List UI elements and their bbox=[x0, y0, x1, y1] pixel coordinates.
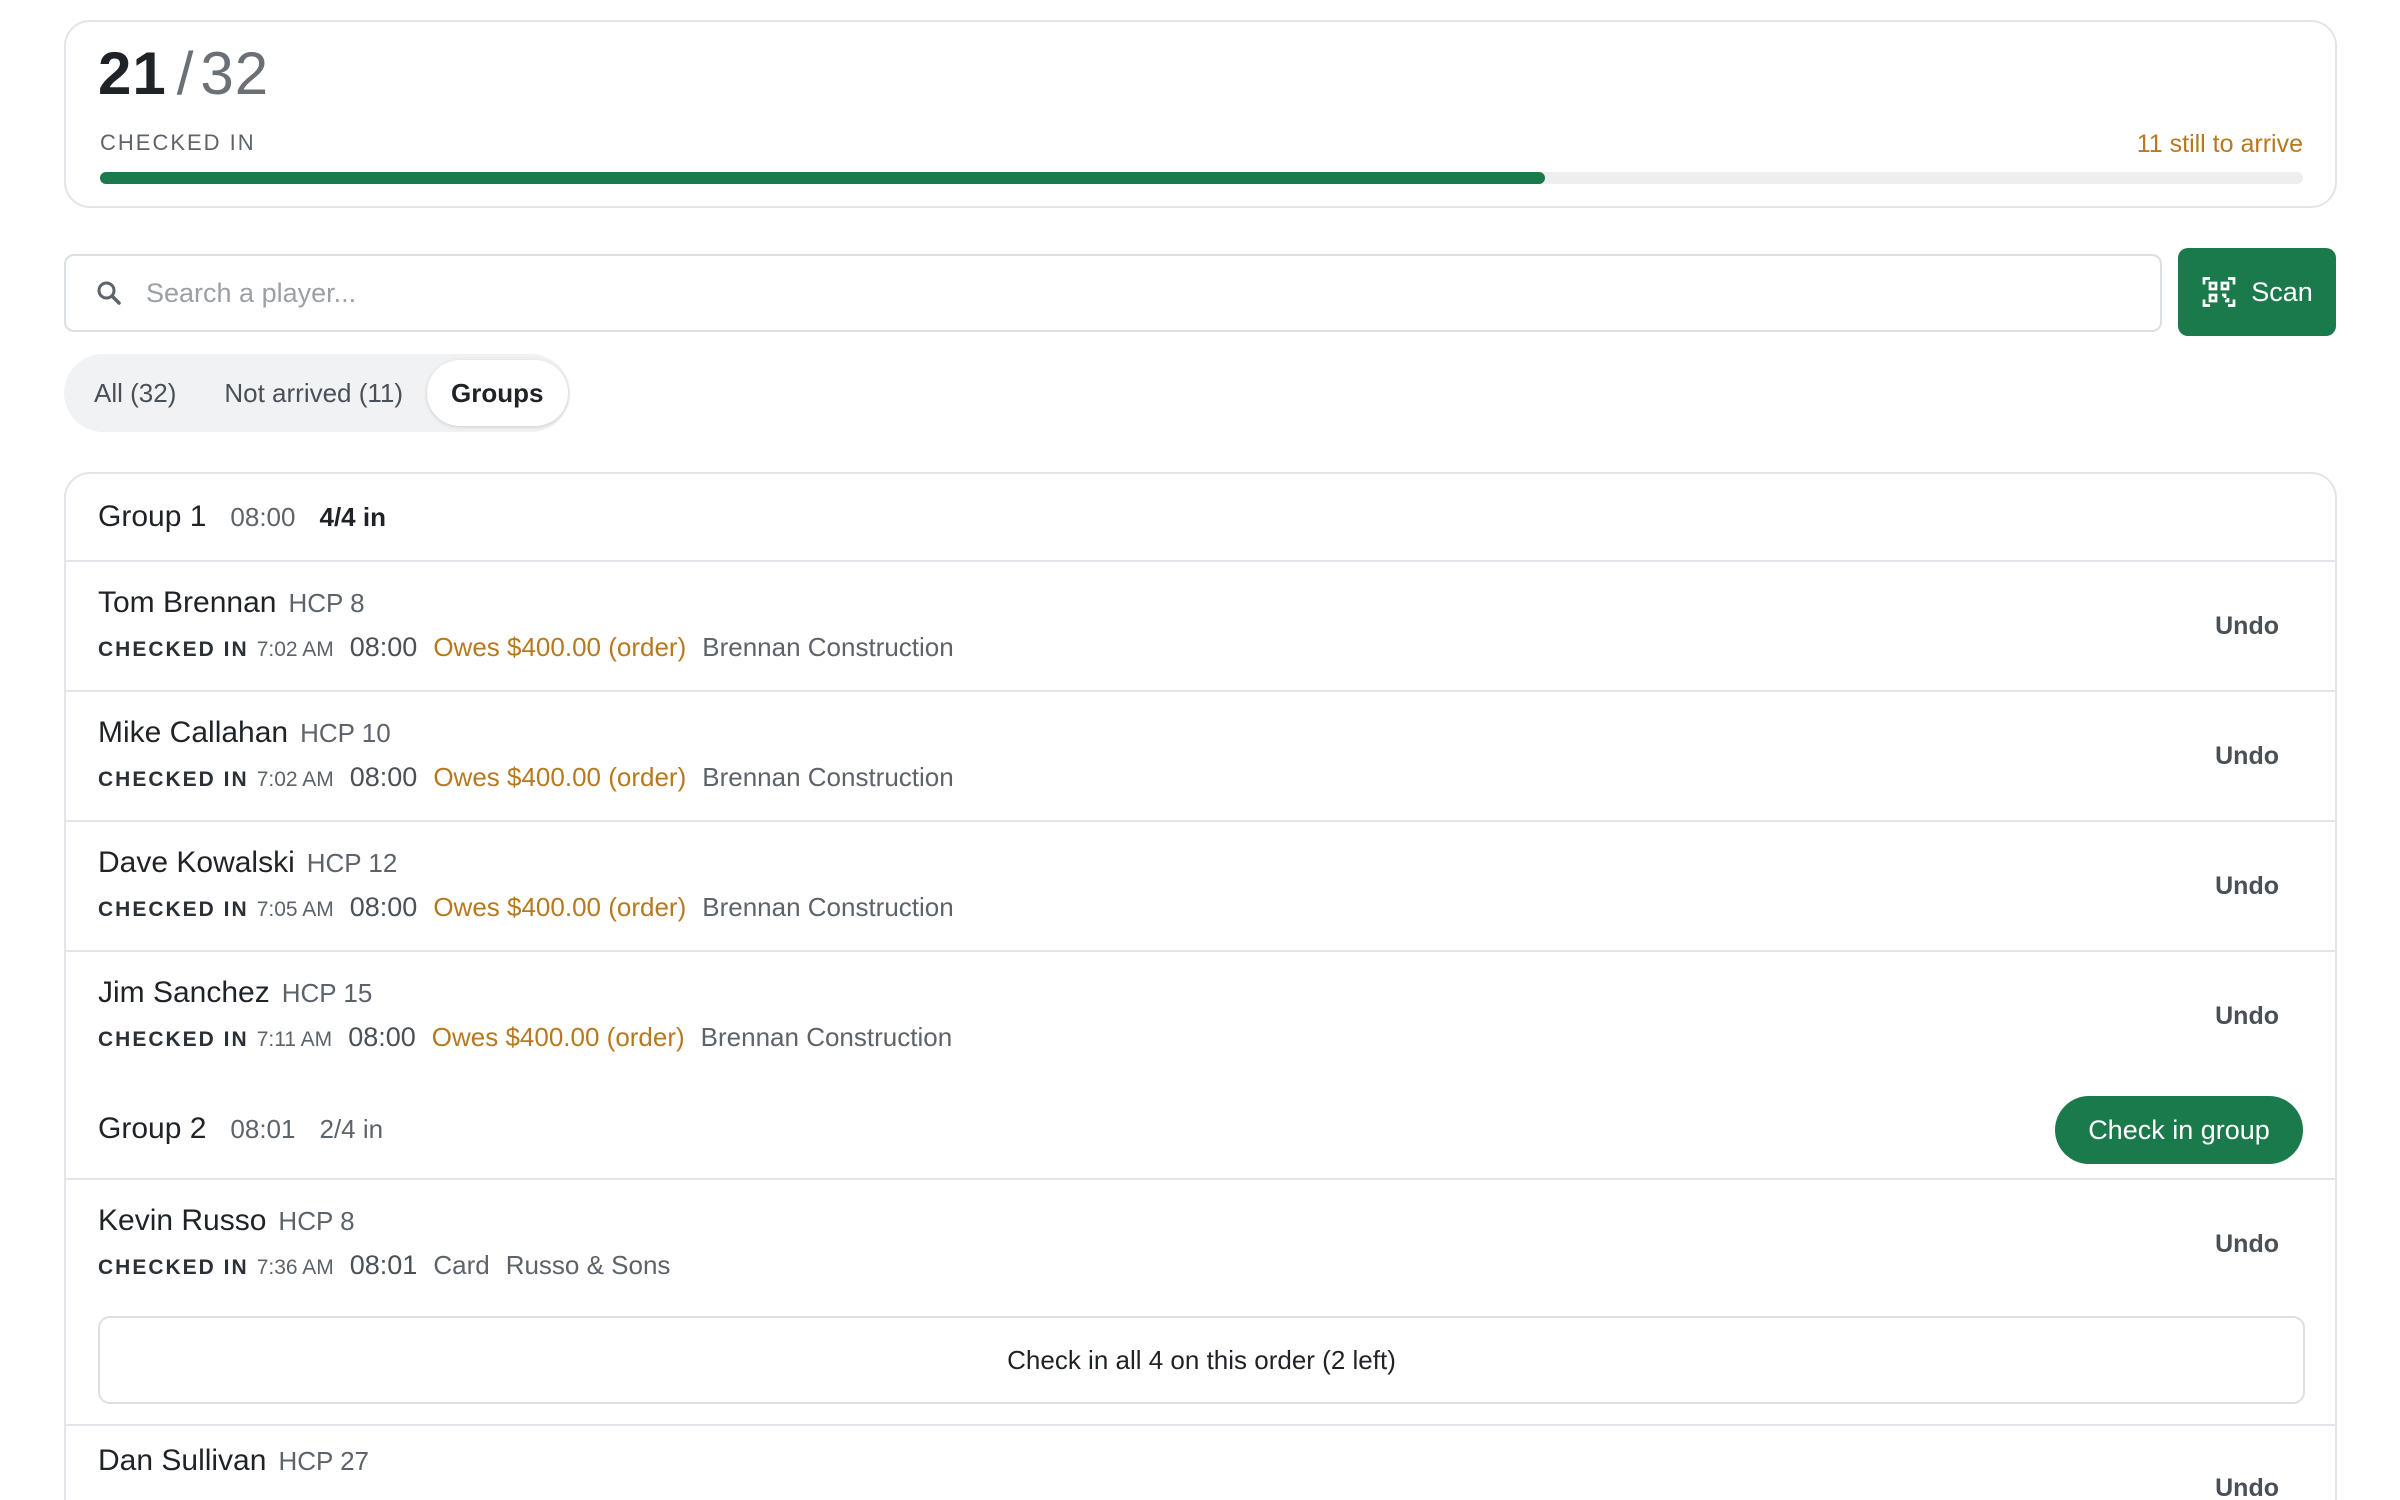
payment-status: Owes $400.00 (order) bbox=[433, 892, 687, 922]
check-in-order-button[interactable]: Check in all 4 on this order (2 left) bbox=[98, 1316, 2305, 1404]
undo-button[interactable]: Undo bbox=[2215, 742, 2279, 771]
check-in-group-button[interactable]: Check in group bbox=[2055, 1096, 2303, 1164]
checked-in-tag: CHECKED IN bbox=[98, 768, 249, 791]
payment-status: Owes $400.00 (order) bbox=[433, 762, 687, 792]
player-name-line: Dave Kowalski HCP 12 bbox=[98, 846, 397, 880]
player-company: Brennan Construction bbox=[702, 632, 954, 662]
player-company: Brennan Construction bbox=[700, 1022, 953, 1052]
checked-in-time: 7:02 AM bbox=[256, 638, 334, 661]
group-header: Group 1 08:00 4/4 in bbox=[66, 474, 2335, 562]
player-meta: CHECKED IN 7:36 AM 08:01 Card Russo & So… bbox=[98, 1250, 670, 1281]
undo-button[interactable]: Undo bbox=[2215, 1474, 2279, 1500]
checked-in-count: 21 bbox=[98, 40, 167, 107]
player-handicap: HCP 15 bbox=[281, 978, 373, 1008]
checked-in-time: 7:05 AM bbox=[256, 898, 334, 921]
player-name-line: Dan Sullivan HCP 27 bbox=[98, 1444, 369, 1478]
tee-time: 08:00 bbox=[348, 1022, 416, 1052]
player-name-line: Tom Brennan HCP 8 bbox=[98, 586, 365, 620]
payment-status: Owes $400.00 (order) bbox=[433, 632, 687, 662]
player-meta: CHECKED IN 7:02 AM 08:00 Owes $400.00 (o… bbox=[98, 632, 954, 663]
player-meta: CHECKED IN 7:02 AM 08:00 Owes $400.00 (o… bbox=[98, 762, 954, 793]
checked-in-time: 7:11 AM bbox=[256, 1028, 333, 1051]
still-to-arrive-label: 11 still to arrive bbox=[2136, 130, 2303, 158]
player-row: Dave Kowalski HCP 12 CHECKED IN 7:05 AM 0… bbox=[66, 822, 2335, 952]
checked-in-tag: CHECKED IN bbox=[98, 898, 249, 921]
player-handicap: HCP 27 bbox=[278, 1446, 370, 1476]
search-input[interactable] bbox=[146, 256, 2136, 330]
player-name: Mike Callahan bbox=[98, 716, 289, 749]
undo-button[interactable]: Undo bbox=[2215, 1230, 2279, 1259]
scan-button[interactable]: Scan bbox=[2178, 248, 2336, 336]
player-row: Kevin Russo HCP 8 CHECKED IN 7:36 AM 08:0… bbox=[66, 1180, 2335, 1310]
player-row: Tom Brennan HCP 8 CHECKED IN 7:02 AM 08:0… bbox=[66, 562, 2335, 692]
group-header: Group 2 08:01 2/4 in Check in group bbox=[66, 1080, 2335, 1180]
checked-in-time: 7:36 AM bbox=[256, 1256, 334, 1279]
checked-in-tag: CHECKED IN bbox=[98, 1028, 249, 1051]
payment-status: Owes $400.00 (order) bbox=[431, 1022, 685, 1052]
tab-not-arrived[interactable]: Not arrived (11) bbox=[200, 360, 427, 426]
tab-groups[interactable]: Groups bbox=[427, 360, 568, 426]
player-name: Dan Sullivan bbox=[98, 1444, 267, 1477]
player-handicap: HCP 8 bbox=[278, 1206, 355, 1236]
player-meta: CHECKED IN 7:05 AM 08:00 Owes $400.00 (o… bbox=[98, 892, 954, 923]
payment-status: Card bbox=[433, 1250, 490, 1280]
group-name: Group 2 bbox=[98, 1112, 207, 1145]
scan-label: Scan bbox=[2251, 276, 2313, 307]
player-company: Brennan Construction bbox=[702, 892, 954, 922]
tab-all[interactable]: All (32) bbox=[70, 360, 200, 426]
search-box bbox=[64, 254, 2162, 332]
player-name-line: Mike Callahan HCP 10 bbox=[98, 716, 391, 750]
checked-in-tag: CHECKED IN bbox=[98, 638, 249, 661]
player-name: Kevin Russo bbox=[98, 1204, 267, 1237]
tee-time: 08:00 bbox=[349, 632, 418, 662]
checkin-progress-bar bbox=[100, 172, 2303, 184]
group-tee-time: 08:01 bbox=[230, 1113, 296, 1144]
player-handicap: HCP 8 bbox=[288, 588, 365, 618]
group-checkin-count: 4/4 in bbox=[319, 501, 386, 532]
player-row: Jim Sanchez HCP 15 CHECKED IN 7:11 AM 08:… bbox=[66, 952, 2335, 1082]
player-name: Jim Sanchez bbox=[98, 976, 270, 1009]
player-name: Tom Brennan bbox=[98, 586, 277, 619]
total-count: 32 bbox=[200, 40, 270, 107]
search-icon bbox=[97, 281, 121, 305]
checkin-summary-card: 21/32 CHECKED IN 11 still to arrive bbox=[64, 20, 2337, 208]
count-separator: / bbox=[176, 40, 195, 107]
player-handicap: HCP 12 bbox=[306, 848, 398, 878]
player-row: Dan Sullivan HCP 27 Undo bbox=[66, 1426, 2335, 1500]
player-company: Brennan Construction bbox=[702, 762, 954, 792]
player-company: Russo & Sons bbox=[505, 1250, 671, 1280]
checked-in-label: CHECKED IN bbox=[100, 130, 256, 155]
tee-time: 08:00 bbox=[349, 892, 418, 922]
player-name-line: Jim Sanchez HCP 15 bbox=[98, 976, 372, 1010]
tee-time: 08:01 bbox=[349, 1250, 418, 1280]
undo-button[interactable]: Undo bbox=[2215, 872, 2279, 901]
player-handicap: HCP 10 bbox=[300, 718, 391, 748]
undo-button[interactable]: Undo bbox=[2215, 1002, 2279, 1031]
group-name: Group 1 bbox=[98, 500, 207, 533]
group-checkin-count: 2/4 in bbox=[319, 1113, 384, 1144]
checked-in-time: 7:02 AM bbox=[256, 768, 334, 791]
player-meta: CHECKED IN 7:11 AM 08:00 Owes $400.00 (o… bbox=[98, 1022, 952, 1053]
player-row: Mike Callahan HCP 10 CHECKED IN 7:02 AM 0… bbox=[66, 692, 2335, 822]
checked-in-tag: CHECKED IN bbox=[98, 1256, 249, 1279]
qr-scan-icon bbox=[2202, 277, 2236, 307]
filter-tabs: All (32) Not arrived (11) Groups bbox=[64, 354, 570, 432]
tee-time: 08:00 bbox=[349, 762, 418, 792]
undo-button[interactable]: Undo bbox=[2215, 612, 2279, 641]
groups-list: Group 1 08:00 4/4 in Tom Brennan HCP 8 CH… bbox=[64, 472, 2337, 1500]
checkin-progress-fill bbox=[100, 172, 1546, 184]
player-name: Dave Kowalski bbox=[98, 846, 295, 879]
checkin-count: 21/32 bbox=[98, 44, 269, 104]
group-tee-time: 08:00 bbox=[230, 501, 296, 532]
player-name-line: Kevin Russo HCP 8 bbox=[98, 1204, 355, 1238]
